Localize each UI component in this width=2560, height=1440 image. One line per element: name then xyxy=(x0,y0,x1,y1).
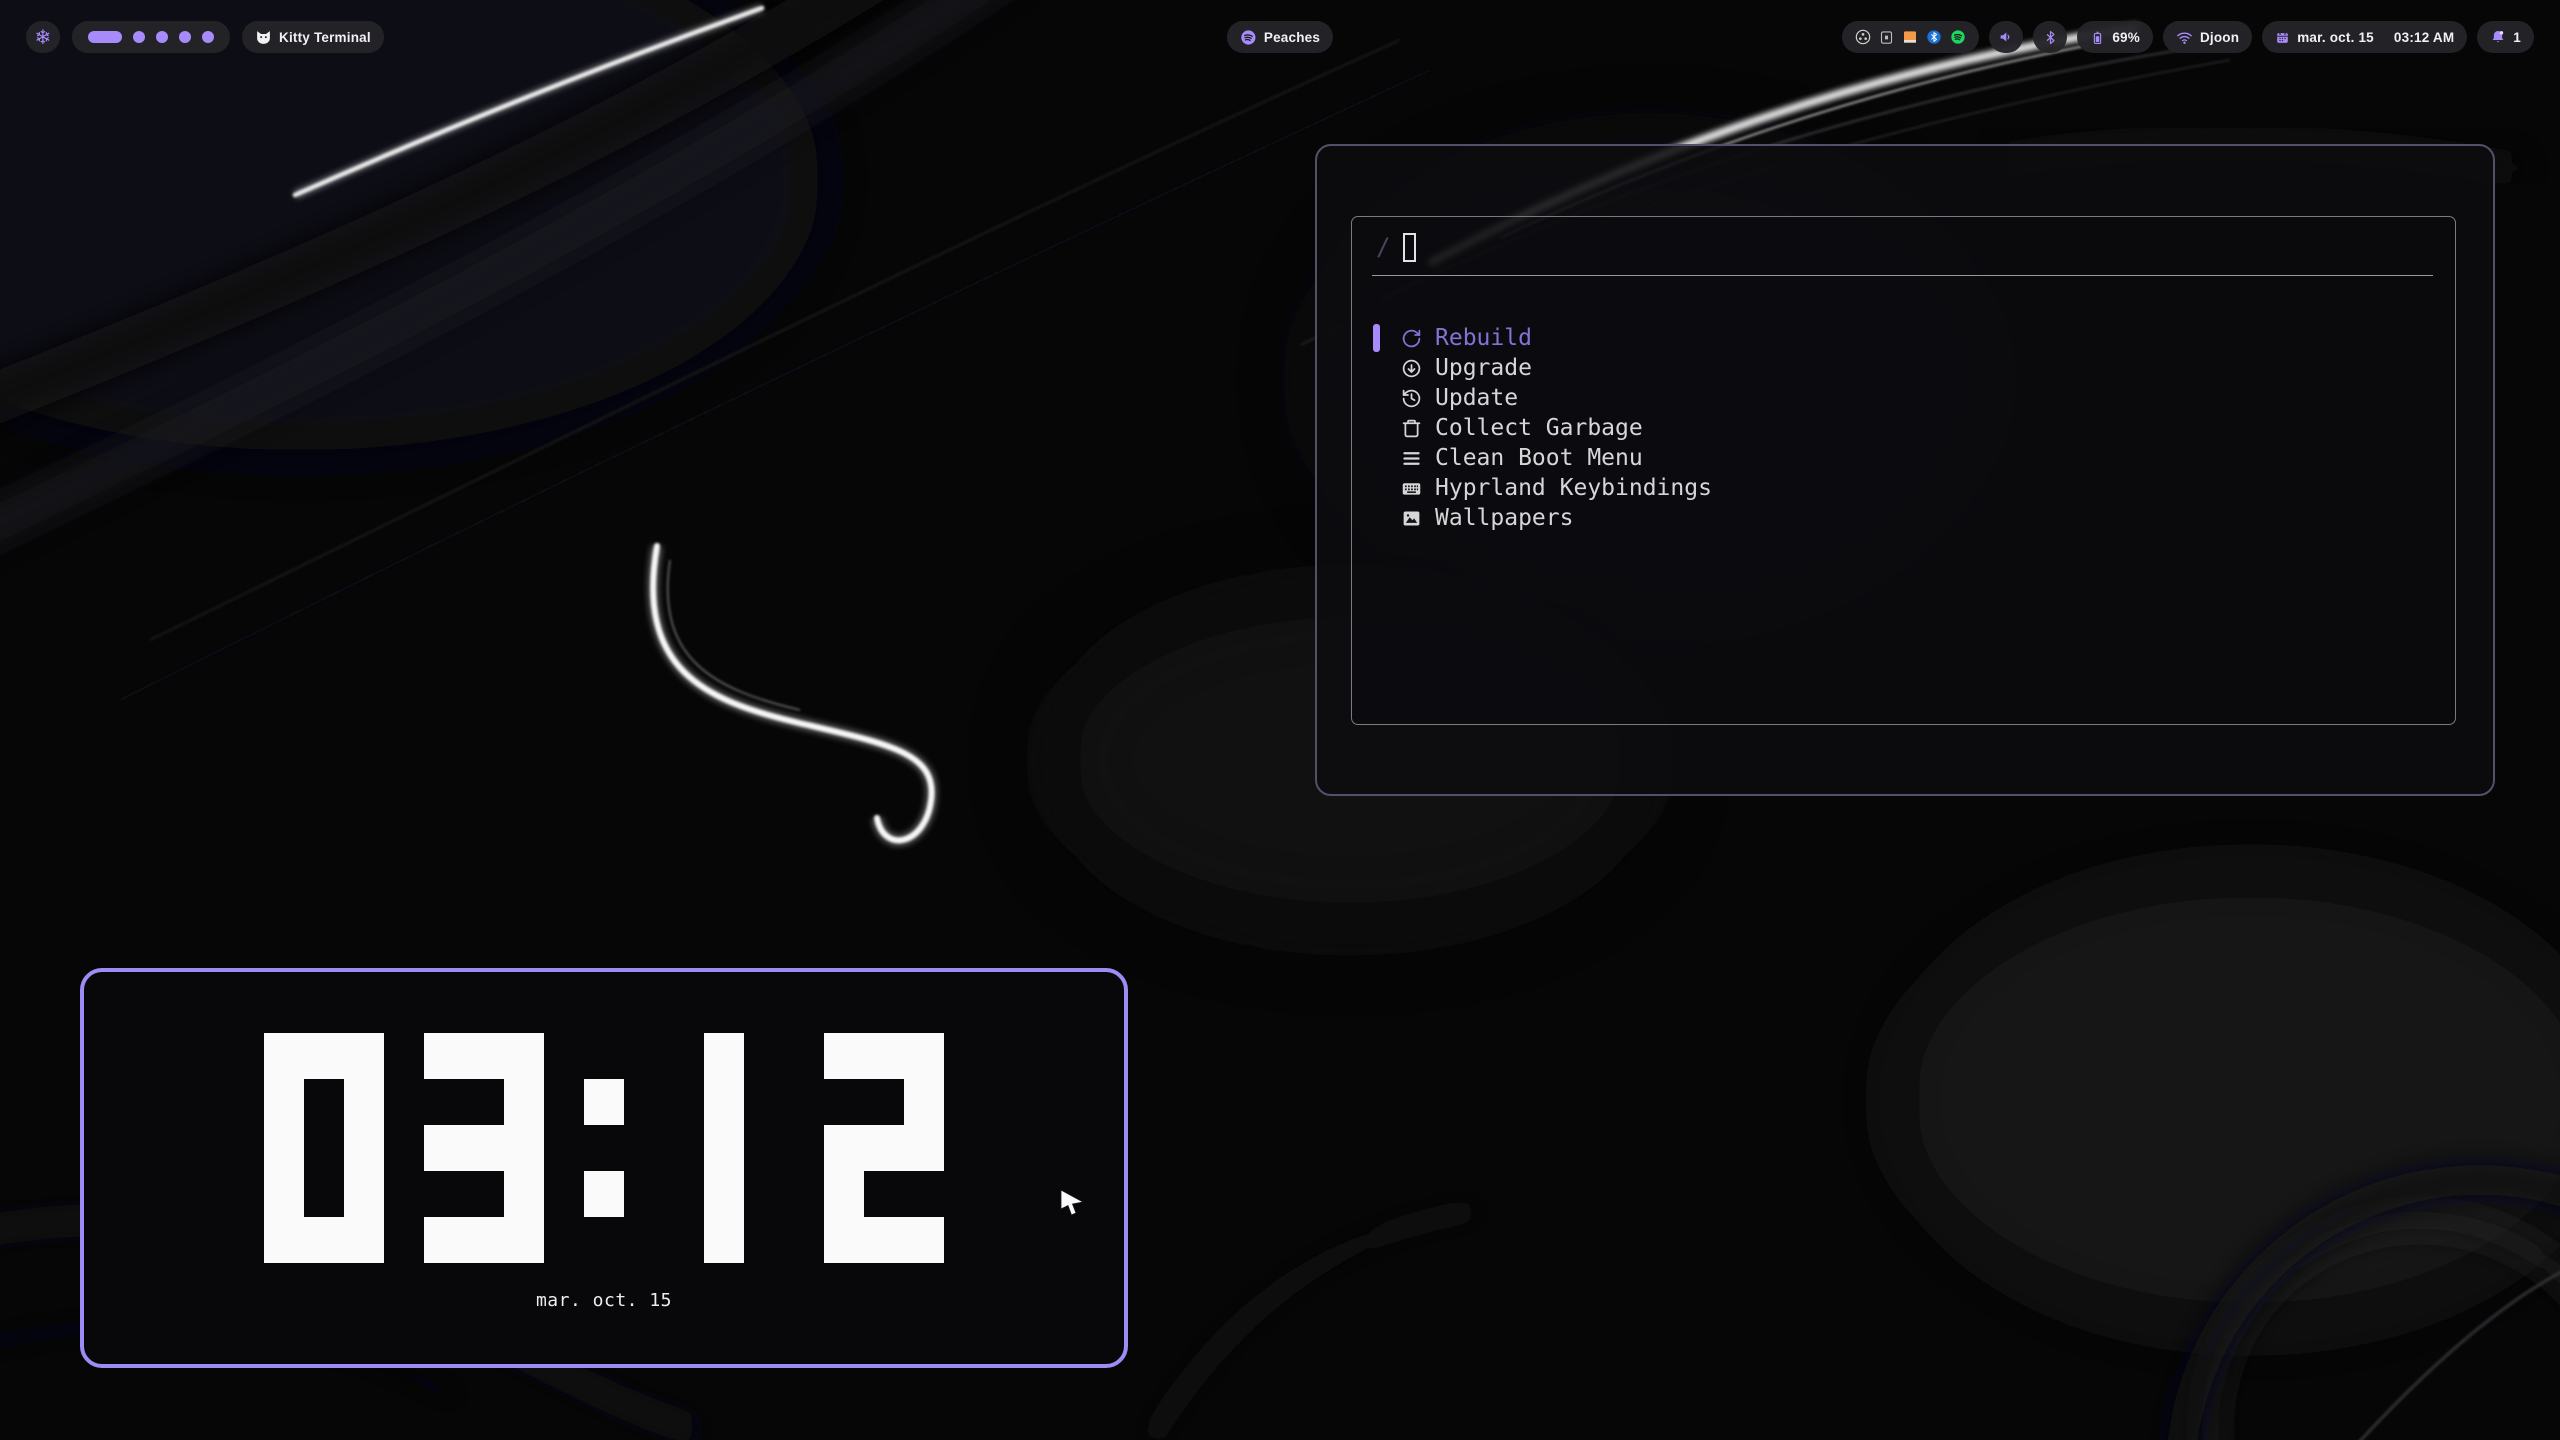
workspace-dot[interactable] xyxy=(202,31,214,43)
bar-right-modules: 69% Djoon mar. oct. 15 03:12 AM xyxy=(1842,21,2534,53)
rotate-cw-icon xyxy=(1401,328,1422,349)
image-icon xyxy=(1401,508,1422,529)
system-tray-pill xyxy=(1842,21,1979,53)
prompt-symbol: / xyxy=(1376,233,1390,261)
circle-arrow-down-icon xyxy=(1401,358,1422,379)
menu-list: Rebuild Upgrade Update xyxy=(1352,323,2455,533)
bluetooth-tray-icon[interactable] xyxy=(1926,29,1942,45)
active-window-title: Kitty Terminal xyxy=(279,30,371,45)
bar-center-modules: Peaches xyxy=(1227,21,1333,53)
workspace-dot[interactable] xyxy=(179,31,191,43)
notifications-pill[interactable]: 1 xyxy=(2477,21,2534,53)
media-track-label: Peaches xyxy=(1264,30,1320,45)
keepass-tray-icon[interactable] xyxy=(1879,30,1894,45)
menu-item-hyprland-keybindings[interactable]: Hyprland Keybindings xyxy=(1352,473,2455,503)
media-player-pill[interactable]: Peaches xyxy=(1227,21,1333,53)
workspace-dot[interactable] xyxy=(133,31,145,43)
clock-digit xyxy=(664,1033,784,1263)
workspaces-pill xyxy=(72,21,230,53)
menu-item-label: Clean Boot Menu xyxy=(1435,445,1643,471)
launcher-window: / Rebuild Upgrade xyxy=(1315,144,2495,796)
wifi-icon xyxy=(2176,29,2193,46)
spotify-tray-icon[interactable] xyxy=(1950,29,1966,45)
clock-digit xyxy=(424,1033,544,1263)
mouse-cursor xyxy=(1060,1190,1086,1218)
menu-item-label: Rebuild xyxy=(1435,325,1532,351)
bell-icon xyxy=(2490,29,2506,45)
battery-pill[interactable]: 69% xyxy=(2077,21,2153,53)
network-ssid: Djoon xyxy=(2200,30,2239,45)
bar-left-modules: ❄ Kitty Terminal xyxy=(26,21,384,53)
calendar-icon xyxy=(2275,30,2290,45)
clock-widget: mar. oct. 15 xyxy=(80,968,1128,1368)
menu-item-label: Wallpapers xyxy=(1435,505,1573,531)
menu-item-upgrade[interactable]: Upgrade xyxy=(1352,353,2455,383)
obs-tray-icon[interactable] xyxy=(1855,29,1871,45)
workspace-dot[interactable] xyxy=(156,31,168,43)
menu-item-wallpapers[interactable]: Wallpapers xyxy=(1352,503,2455,533)
bluetooth-pill[interactable] xyxy=(2033,21,2067,53)
search-prompt-row[interactable]: / xyxy=(1376,229,1416,265)
top-bar: ❄ Kitty Terminal Peaches xyxy=(0,21,2560,53)
clock-digit xyxy=(264,1033,384,1263)
menu-item-collect-garbage[interactable]: Collect Garbage xyxy=(1352,413,2455,443)
menu-item-label: Update xyxy=(1435,385,1518,411)
menu-item-update[interactable]: Update xyxy=(1352,383,2455,413)
menu-item-rebuild[interactable]: Rebuild xyxy=(1352,323,2455,353)
cat-icon xyxy=(255,29,272,46)
launcher-inner-panel: / Rebuild Upgrade xyxy=(1351,216,2456,725)
volume-pill[interactable] xyxy=(1989,21,2023,53)
bluetooth-icon xyxy=(2043,30,2058,45)
clock-date: mar. oct. 15 xyxy=(84,1290,1124,1311)
clock-time xyxy=(84,1033,1124,1263)
menu-item-label: Hyprland Keybindings xyxy=(1435,475,1712,501)
keyboard-icon xyxy=(1401,478,1422,499)
datetime-pill[interactable]: mar. oct. 15 03:12 AM xyxy=(2262,21,2467,53)
menu-lines-icon xyxy=(1401,448,1422,469)
app-launcher-button[interactable]: ❄ xyxy=(26,21,60,53)
clock-digit xyxy=(824,1033,944,1263)
nix-snowflake-icon: ❄ xyxy=(35,27,52,47)
menu-item-clean-boot-menu[interactable]: Clean Boot Menu xyxy=(1352,443,2455,473)
workspace-active-indicator[interactable] xyxy=(88,31,122,43)
prompt-separator xyxy=(1372,275,2433,276)
speaker-icon xyxy=(1998,29,2014,45)
spotify-media-icon xyxy=(1240,29,1257,46)
clock-digit xyxy=(584,1033,624,1263)
battery-icon xyxy=(2090,30,2105,45)
trash-icon xyxy=(1401,418,1422,439)
active-window-pill[interactable]: Kitty Terminal xyxy=(242,21,384,53)
menu-item-label: Collect Garbage xyxy=(1435,415,1643,441)
selection-indicator xyxy=(1373,324,1380,352)
text-cursor xyxy=(1403,233,1416,262)
network-pill[interactable]: Djoon xyxy=(2163,21,2252,53)
date-label: mar. oct. 15 xyxy=(2297,30,2374,45)
battery-percent: 69% xyxy=(2112,30,2140,45)
time-label: 03:12 AM xyxy=(2394,30,2454,45)
history-clock-icon xyxy=(1401,388,1422,409)
notification-count: 1 xyxy=(2513,30,2521,45)
menu-item-label: Upgrade xyxy=(1435,355,1532,381)
downloader-tray-icon[interactable] xyxy=(1902,29,1918,45)
